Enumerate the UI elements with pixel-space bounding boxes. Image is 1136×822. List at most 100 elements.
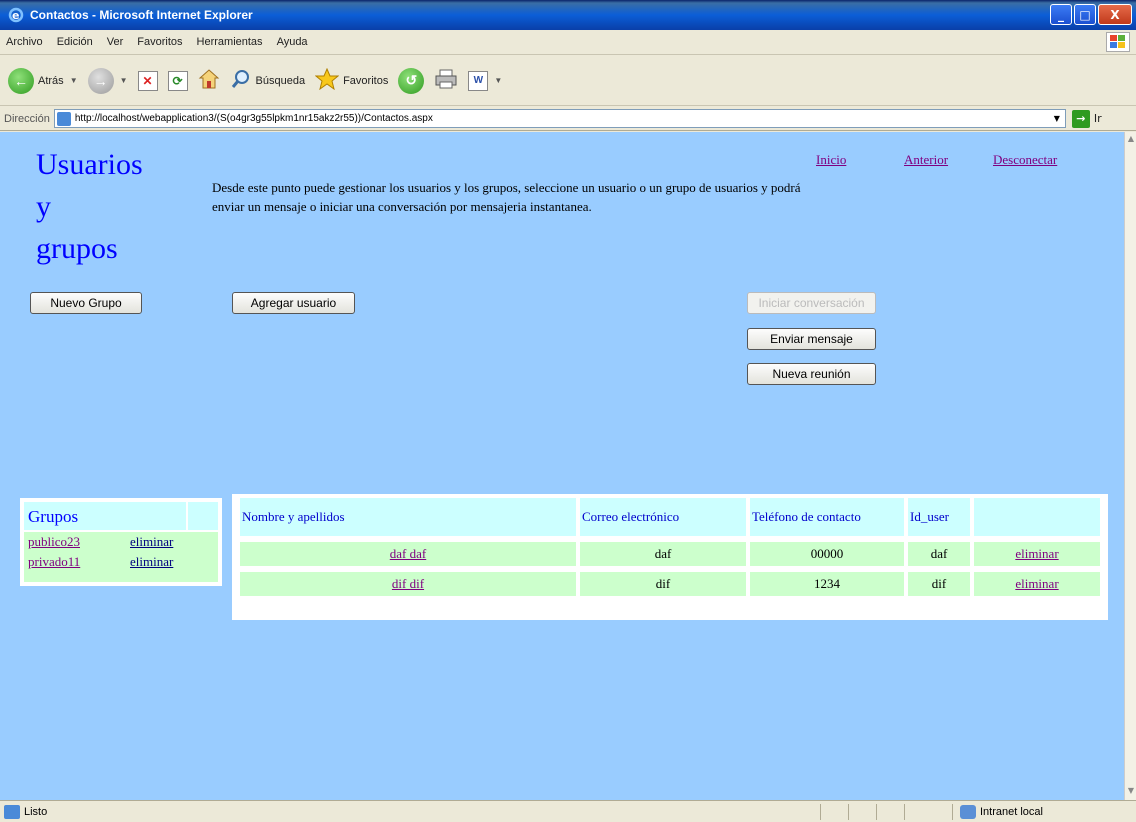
stop-icon: ✕ <box>137 70 158 91</box>
print-button[interactable] <box>434 68 458 93</box>
page-icon <box>56 111 71 126</box>
user-phone: 1234 <box>750 572 904 596</box>
page-content: Usuarios y grupos Desde este punto puede… <box>0 132 1124 800</box>
scroll-up-icon[interactable]: ▲ <box>1125 134 1136 146</box>
menu-archivo[interactable]: Archivo <box>6 36 43 48</box>
menu-bar: Archivo Edición Ver Favoritos Herramient… <box>0 30 1136 55</box>
back-arrow-icon: ← <box>8 67 34 94</box>
delete-group-link[interactable]: eliminar <box>130 534 173 550</box>
groups-panel: Grupos publico23 eliminar privado11 elim… <box>20 498 222 586</box>
history-button[interactable]: ↺ <box>398 67 425 94</box>
favorites-button[interactable]: Favoritos <box>314 67 389 93</box>
menu-ver[interactable]: Ver <box>107 36 124 48</box>
column-header: Teléfono de contacto <box>750 498 904 536</box>
status-text: Listo <box>24 805 48 818</box>
nav-back-link[interactable]: Anterior <box>904 152 948 168</box>
close-button[interactable]: X <box>1098 4 1132 25</box>
user-name-link[interactable]: daf daf <box>390 546 426 561</box>
user-id: dif <box>908 572 970 596</box>
page-title: Usuarios y grupos <box>36 144 143 270</box>
list-item: privado11 eliminar <box>24 552 218 572</box>
forward-button[interactable]: → ▼ <box>87 67 128 94</box>
delete-group-link[interactable]: eliminar <box>130 554 173 570</box>
word-button[interactable]: W ▼ <box>468 70 502 91</box>
delete-user-link[interactable]: eliminar <box>1015 576 1058 591</box>
search-label: Búsqueda <box>255 74 306 87</box>
nav-logout-link[interactable]: Desconectar <box>993 152 1057 168</box>
security-zone: Intranet local <box>960 804 1043 819</box>
page-icon <box>4 804 20 819</box>
stop-button[interactable]: ✕ <box>137 70 158 91</box>
forward-arrow-icon: → <box>87 67 114 94</box>
word-icon: W <box>468 70 489 91</box>
history-icon: ↺ <box>398 67 425 94</box>
chevron-down-icon[interactable]: ▼ <box>70 76 78 85</box>
user-id: daf <box>908 542 970 566</box>
column-header: Id_user <box>908 498 970 536</box>
column-header: Nombre y apellidos <box>240 498 576 536</box>
send-message-button[interactable]: Enviar mensaje <box>747 328 876 350</box>
maximize-button[interactable]: □ <box>1074 4 1096 25</box>
table-row: dif dif dif 1234 dif eliminar <box>240 572 1100 596</box>
column-header: Correo electrónico <box>580 498 746 536</box>
svg-text:e: e <box>12 9 19 22</box>
menu-ayuda[interactable]: Ayuda <box>277 36 308 48</box>
group-link[interactable]: privado11 <box>24 554 130 570</box>
menu-edicion[interactable]: Edición <box>57 36 93 48</box>
home-icon <box>198 68 220 93</box>
favorites-label: Favoritos <box>343 74 389 87</box>
toolbar: ← Atrás ▼ → ▼ ✕ ⟳ Búsqueda Favoritos ↺ W… <box>0 56 1136 106</box>
page-title-line: y <box>36 190 51 223</box>
delete-user-link[interactable]: eliminar <box>1015 546 1058 561</box>
add-user-button[interactable]: Agregar usuario <box>232 292 355 314</box>
new-meeting-button[interactable]: Nueva reunión <box>747 363 876 385</box>
home-button[interactable] <box>198 68 220 93</box>
user-email: dif <box>580 572 746 596</box>
chevron-down-icon[interactable]: ▼ <box>120 76 128 85</box>
search-icon <box>230 68 252 93</box>
refresh-button[interactable]: ⟳ <box>167 70 188 91</box>
nav-home-link[interactable]: Inicio <box>816 152 846 168</box>
minimize-button[interactable]: _ <box>1050 4 1072 25</box>
vertical-scrollbar[interactable]: ▲ ▼ <box>1124 132 1136 800</box>
chevron-down-icon[interactable]: ▼ <box>1049 114 1065 123</box>
column-header <box>974 498 1100 536</box>
table-row: daf daf daf 00000 daf eliminar <box>240 542 1100 566</box>
ie-icon: e <box>8 7 24 23</box>
zone-label: Intranet local <box>980 805 1043 818</box>
search-button[interactable]: Búsqueda <box>230 68 306 93</box>
user-phone: 00000 <box>750 542 904 566</box>
back-button[interactable]: ← Atrás ▼ <box>8 67 78 94</box>
chevron-down-icon[interactable]: ▼ <box>494 76 502 85</box>
page-title-line: grupos <box>36 232 118 265</box>
refresh-icon: ⟳ <box>167 70 188 91</box>
scroll-down-icon[interactable]: ▼ <box>1125 786 1136 798</box>
windows-logo-icon <box>1106 32 1130 52</box>
title-bar: e Contactos - Microsoft Internet Explore… <box>0 0 1136 30</box>
intranet-icon <box>960 804 976 819</box>
user-name-link[interactable]: dif dif <box>392 576 424 591</box>
address-label: Dirección <box>4 112 50 125</box>
status-bar: Listo Intranet local <box>0 800 1136 822</box>
printer-icon <box>434 68 458 93</box>
address-url[interactable]: http://localhost/webapplication3/(S(o4gr… <box>75 113 1049 124</box>
user-email: daf <box>580 542 746 566</box>
users-table: Nombre y apellidos Correo electrónico Te… <box>232 494 1108 620</box>
window-title: Contactos - Microsoft Internet Explorer <box>30 8 253 22</box>
page-description: Desde este punto puede gestionar los usu… <box>212 180 801 214</box>
list-item: publico23 eliminar <box>24 532 218 552</box>
group-link[interactable]: publico23 <box>24 534 130 550</box>
menu-favoritos[interactable]: Favoritos <box>137 36 182 48</box>
go-arrow-icon: → <box>1071 109 1090 128</box>
start-conversation-button[interactable]: Iniciar conversación <box>747 292 876 314</box>
groups-title: Grupos <box>24 502 188 530</box>
page-title-line: Usuarios <box>36 148 143 181</box>
address-input[interactable]: http://localhost/webapplication3/(S(o4gr… <box>53 109 1066 128</box>
star-icon <box>314 67 340 93</box>
menu-herramientas[interactable]: Herramientas <box>197 36 263 48</box>
go-button[interactable]: → Ir <box>1071 109 1102 128</box>
back-label: Atrás <box>38 74 64 87</box>
new-group-button[interactable]: Nuevo Grupo <box>30 292 142 314</box>
go-label: Ir <box>1093 112 1102 125</box>
address-bar: Dirección http://localhost/webapplicatio… <box>0 107 1136 131</box>
